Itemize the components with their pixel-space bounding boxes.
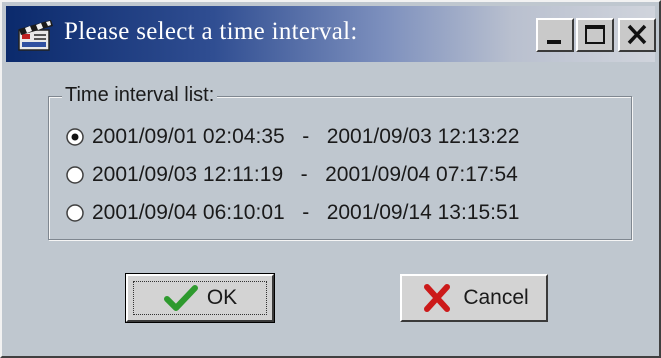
interval-end: 2001/09/03 12:13:22 [326, 125, 520, 148]
dialog-title: Please select a time interval: [64, 18, 358, 45]
interval-option-1[interactable]: 2001/09/01 02:04:35 - 2001/09/03 12:13:2… [66, 122, 519, 152]
interval-start: 2001/09/01 02:04:35 [92, 125, 285, 148]
interval-separator: - [302, 125, 310, 148]
ok-button[interactable]: OK [125, 273, 275, 323]
cancel-button[interactable]: Cancel [400, 274, 548, 322]
focus-rectangle [133, 281, 267, 315]
minimize-button[interactable] [536, 18, 574, 52]
radio-button[interactable] [66, 204, 84, 222]
maximize-button[interactable] [576, 18, 614, 52]
interval-end: 2001/09/14 13:15:51 [326, 201, 520, 224]
interval-option-2[interactable]: 2001/09/03 12:11:19 - 2001/09/04 07:17:5… [66, 160, 518, 190]
interval-start: 2001/09/03 12:11:19 [92, 163, 284, 186]
interval-start: 2001/09/04 06:10:01 [92, 201, 285, 224]
dialog-window: Please select a time interval: Time inte… [0, 0, 661, 358]
interval-end: 2001/09/04 07:17:54 [325, 163, 518, 186]
groupbox-label: Time interval list: [62, 84, 218, 107]
clapperboard-icon [18, 20, 53, 51]
minimize-icon [547, 40, 561, 44]
close-button[interactable] [618, 18, 656, 52]
interval-separator: - [302, 201, 310, 224]
maximize-icon [585, 25, 605, 44]
cancel-label: Cancel [463, 286, 529, 309]
interval-option-3[interactable]: 2001/09/04 06:10:01 - 2001/09/14 13:15:5… [66, 198, 519, 228]
radio-button[interactable] [66, 166, 84, 184]
interval-separator: - [300, 163, 308, 186]
red-x-icon [424, 284, 451, 312]
title-bar[interactable]: Please select a time interval: [6, 6, 656, 62]
radio-button-selected[interactable] [66, 128, 84, 146]
close-icon [627, 24, 647, 45]
dialog-body: Time interval list: 2001/09/01 02:04:35 … [6, 64, 655, 352]
